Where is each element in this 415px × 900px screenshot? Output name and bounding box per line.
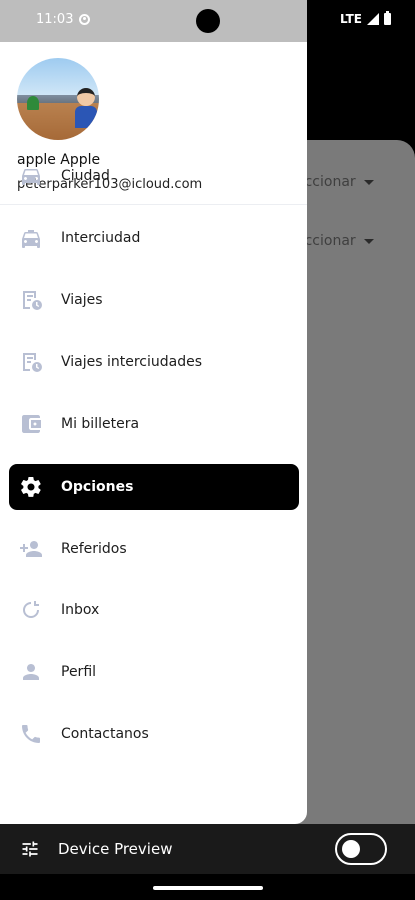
menu-item-label: Referidos	[61, 541, 127, 557]
tune-icon[interactable]	[20, 839, 40, 859]
network-label: LTE	[339, 12, 362, 26]
menu-item-perfil[interactable]: Perfil	[9, 649, 299, 695]
menu-item-inbox[interactable]: Inbox	[9, 587, 299, 633]
menu-item-label: Viajes interciudades	[61, 354, 203, 370]
toggle-knob	[342, 840, 360, 858]
wallet-icon	[19, 412, 43, 436]
status-bar-right: LTE	[339, 11, 391, 26]
device-preview-label: Device Preview	[58, 840, 173, 858]
menu-item-label: Ciudad	[61, 168, 110, 184]
trip-history-icon	[19, 288, 43, 312]
phone-icon	[19, 722, 43, 746]
menu-item-contactanos[interactable]: Contactanos	[9, 711, 299, 757]
referral-icon	[19, 537, 43, 561]
device-preview-toggle[interactable]	[335, 833, 387, 865]
camera-cutout	[196, 9, 220, 33]
menu-item-label: Perfil	[61, 664, 97, 680]
menu-item-label: Inbox	[61, 602, 100, 618]
menu-item-label: Viajes	[61, 292, 103, 308]
battery-icon	[384, 11, 391, 25]
menu-item-mi-billetera[interactable]: Mi billetera	[9, 401, 299, 447]
avatar-plant	[27, 96, 39, 110]
inbox-icon	[19, 598, 43, 622]
system-nav-bar	[0, 874, 415, 900]
person-icon	[19, 660, 43, 684]
menu-item-label: Mi billetera	[61, 416, 140, 432]
avatar[interactable]	[17, 58, 99, 140]
menu-item-referidos[interactable]: Referidos	[9, 526, 299, 572]
menu-item-label: Contactanos	[61, 726, 149, 742]
menu-item-label: Opciones	[61, 479, 134, 495]
notification-icon	[79, 14, 91, 25]
chevron-down-icon	[363, 179, 374, 185]
navigation-drawer: apple Apple peterparker103@icloud.com Ci…	[0, 42, 307, 824]
chevron-down-icon	[363, 238, 374, 244]
menu-item-label: Interciudad	[61, 230, 141, 246]
signal-icon	[367, 13, 379, 25]
car-icon	[19, 164, 43, 188]
status-time: 11:03	[36, 12, 91, 27]
background-select-1[interactable]: eccionar	[296, 170, 396, 194]
menu-item-interciudad[interactable]: Interciudad	[9, 215, 299, 261]
menu-item-viajes-interciudades[interactable]: Viajes interciudades	[9, 339, 299, 385]
gear-icon	[19, 475, 43, 499]
taxi-icon	[19, 226, 43, 250]
divider	[0, 204, 307, 205]
background-select-2[interactable]: eccionar	[296, 229, 396, 253]
menu-item-viajes[interactable]: Viajes	[9, 277, 299, 323]
status-time-text: 11:03	[36, 12, 74, 27]
avatar-person	[75, 88, 97, 128]
menu-item-ciudad[interactable]: Ciudad	[9, 153, 299, 199]
menu-item-opciones[interactable]: Opciones	[9, 464, 299, 510]
home-indicator[interactable]	[153, 886, 263, 890]
intercity-history-icon	[19, 350, 43, 374]
status-bar-left: 11:03	[0, 0, 307, 42]
device-preview-bar: Device Preview	[0, 824, 415, 874]
